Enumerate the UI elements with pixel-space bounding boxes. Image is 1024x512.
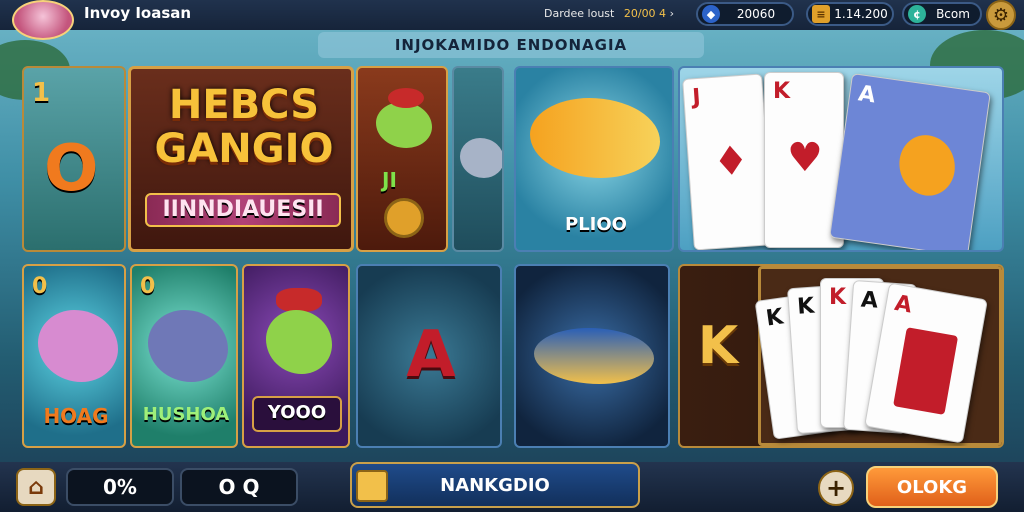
app-root: Invoy Ioasan Dardee loust 20/00 4 › ◆ 20…	[0, 0, 1024, 512]
hat-icon	[388, 88, 424, 108]
bet-field-2[interactable]: O Q	[180, 468, 298, 506]
bet-field-2-value: O Q	[218, 475, 260, 499]
gem-icon: ◆	[702, 5, 720, 23]
tile-badge: JI	[382, 168, 397, 192]
fish-character-icon	[266, 310, 332, 374]
app-title: Invoy Ioasan	[84, 4, 192, 22]
coin-icon	[384, 198, 424, 238]
fish-icon	[460, 138, 502, 178]
search-field[interactable]: NANKGDIO	[350, 462, 640, 508]
section-banner: INJOKAMIDO ENDONAGIA	[318, 32, 704, 58]
status-label: Dardee loust	[544, 7, 615, 20]
tile-label-plioo: PLIOO	[565, 214, 627, 235]
card-rank: K	[773, 79, 791, 104]
currency-pill-3[interactable]: ¢ Bcom	[902, 2, 982, 26]
tile-label-hoag: HOAG	[43, 404, 109, 428]
hat-icon	[276, 288, 322, 312]
goldfish-icon	[530, 98, 660, 178]
game-tile-hoag[interactable]: 0 HOAG	[22, 264, 126, 448]
tile-level-badge: 1	[32, 78, 51, 108]
featured-title: HEBCS GANGIO	[154, 82, 334, 172]
chevron-right-icon: ›	[669, 7, 674, 20]
tile-king-letter: K	[697, 316, 739, 376]
card-game-tile-bottom[interactable]: K K K K A A	[678, 264, 1004, 448]
fish-character-icon	[376, 102, 432, 148]
settings-gear-icon[interactable]: ⚙	[986, 0, 1016, 30]
featured-game-tile[interactable]: HEBCS GANGIO IINNDIAUESII	[128, 66, 354, 252]
fish-character-icon	[148, 310, 228, 382]
bet-field-1-value: 0%	[103, 475, 137, 499]
tuna-fish-icon	[534, 328, 654, 384]
diamond-suit-icon: ♦	[711, 137, 751, 186]
playing-card: A	[829, 73, 991, 250]
add-icon[interactable]: +	[818, 470, 854, 506]
tile-badge: 0	[140, 274, 156, 299]
bet-field-1[interactable]: 0%	[66, 468, 174, 506]
card-rank: A	[892, 290, 914, 319]
top-bar: Invoy Ioasan Dardee loust 20/00 4 › ◆ 20…	[0, 0, 1024, 40]
card-rank: K	[764, 304, 785, 332]
fish-character-icon	[38, 310, 118, 382]
action-button-label: OLOKG	[896, 476, 968, 498]
coin-stack-icon: ≡	[812, 5, 830, 23]
game-tile-yooo[interactable]: YOOO	[242, 264, 350, 448]
game-tile-plioo[interactable]: PLIOO	[514, 66, 674, 252]
action-button[interactable]: OLOKG	[866, 466, 998, 508]
status-text: Dardee loust 20/00 4 ›	[544, 7, 674, 20]
game-tile-left[interactable]: 1 O	[22, 66, 126, 252]
currency-value-2: 1.14.200	[834, 7, 888, 21]
face-card-art	[893, 327, 959, 415]
currency-value-1: 20060	[736, 7, 776, 21]
status-value: 20/00 4	[623, 7, 667, 20]
card-rank: A	[856, 81, 878, 109]
currency-pill-2[interactable]: ≡ 1.14.200	[806, 2, 894, 26]
game-tile-hushoa[interactable]: 0 HUSHOA	[130, 264, 238, 448]
game-tile-narrow[interactable]	[452, 66, 504, 252]
home-icon[interactable]: ⌂	[16, 468, 56, 506]
currency-value-3: Bcom	[936, 7, 970, 21]
game-tile-tuna[interactable]	[514, 264, 670, 448]
card-rank: J	[691, 84, 702, 111]
treasure-icon	[356, 470, 388, 502]
featured-subtitle: IINNDIAUESII	[162, 197, 324, 222]
card-game-tile-top[interactable]: J ♦ K ♥ A	[678, 66, 1004, 252]
search-value: NANKGDIO	[440, 474, 550, 496]
tile-label-yooo: YOOO	[267, 402, 327, 423]
card-rank: K	[796, 293, 816, 320]
game-tile-ace[interactable]: A	[356, 264, 502, 448]
tile-logo-letter: O	[44, 132, 99, 206]
card-rank: A	[860, 287, 879, 314]
game-tile-fish-small[interactable]: JI	[356, 66, 448, 252]
playing-card: J ♦	[682, 73, 774, 250]
heart-suit-icon: ♥	[787, 135, 823, 181]
tile-ace-letter: A	[406, 318, 456, 392]
tile-label-hushoa: HUSHOA	[142, 404, 230, 425]
tile-badge: 0	[32, 274, 48, 299]
card-rank: K	[829, 285, 847, 310]
fish-mascot-icon	[895, 131, 960, 199]
currency-pill-1[interactable]: ◆ 20060	[696, 2, 794, 26]
token-icon: ¢	[908, 5, 926, 23]
app-logo[interactable]	[12, 0, 74, 40]
